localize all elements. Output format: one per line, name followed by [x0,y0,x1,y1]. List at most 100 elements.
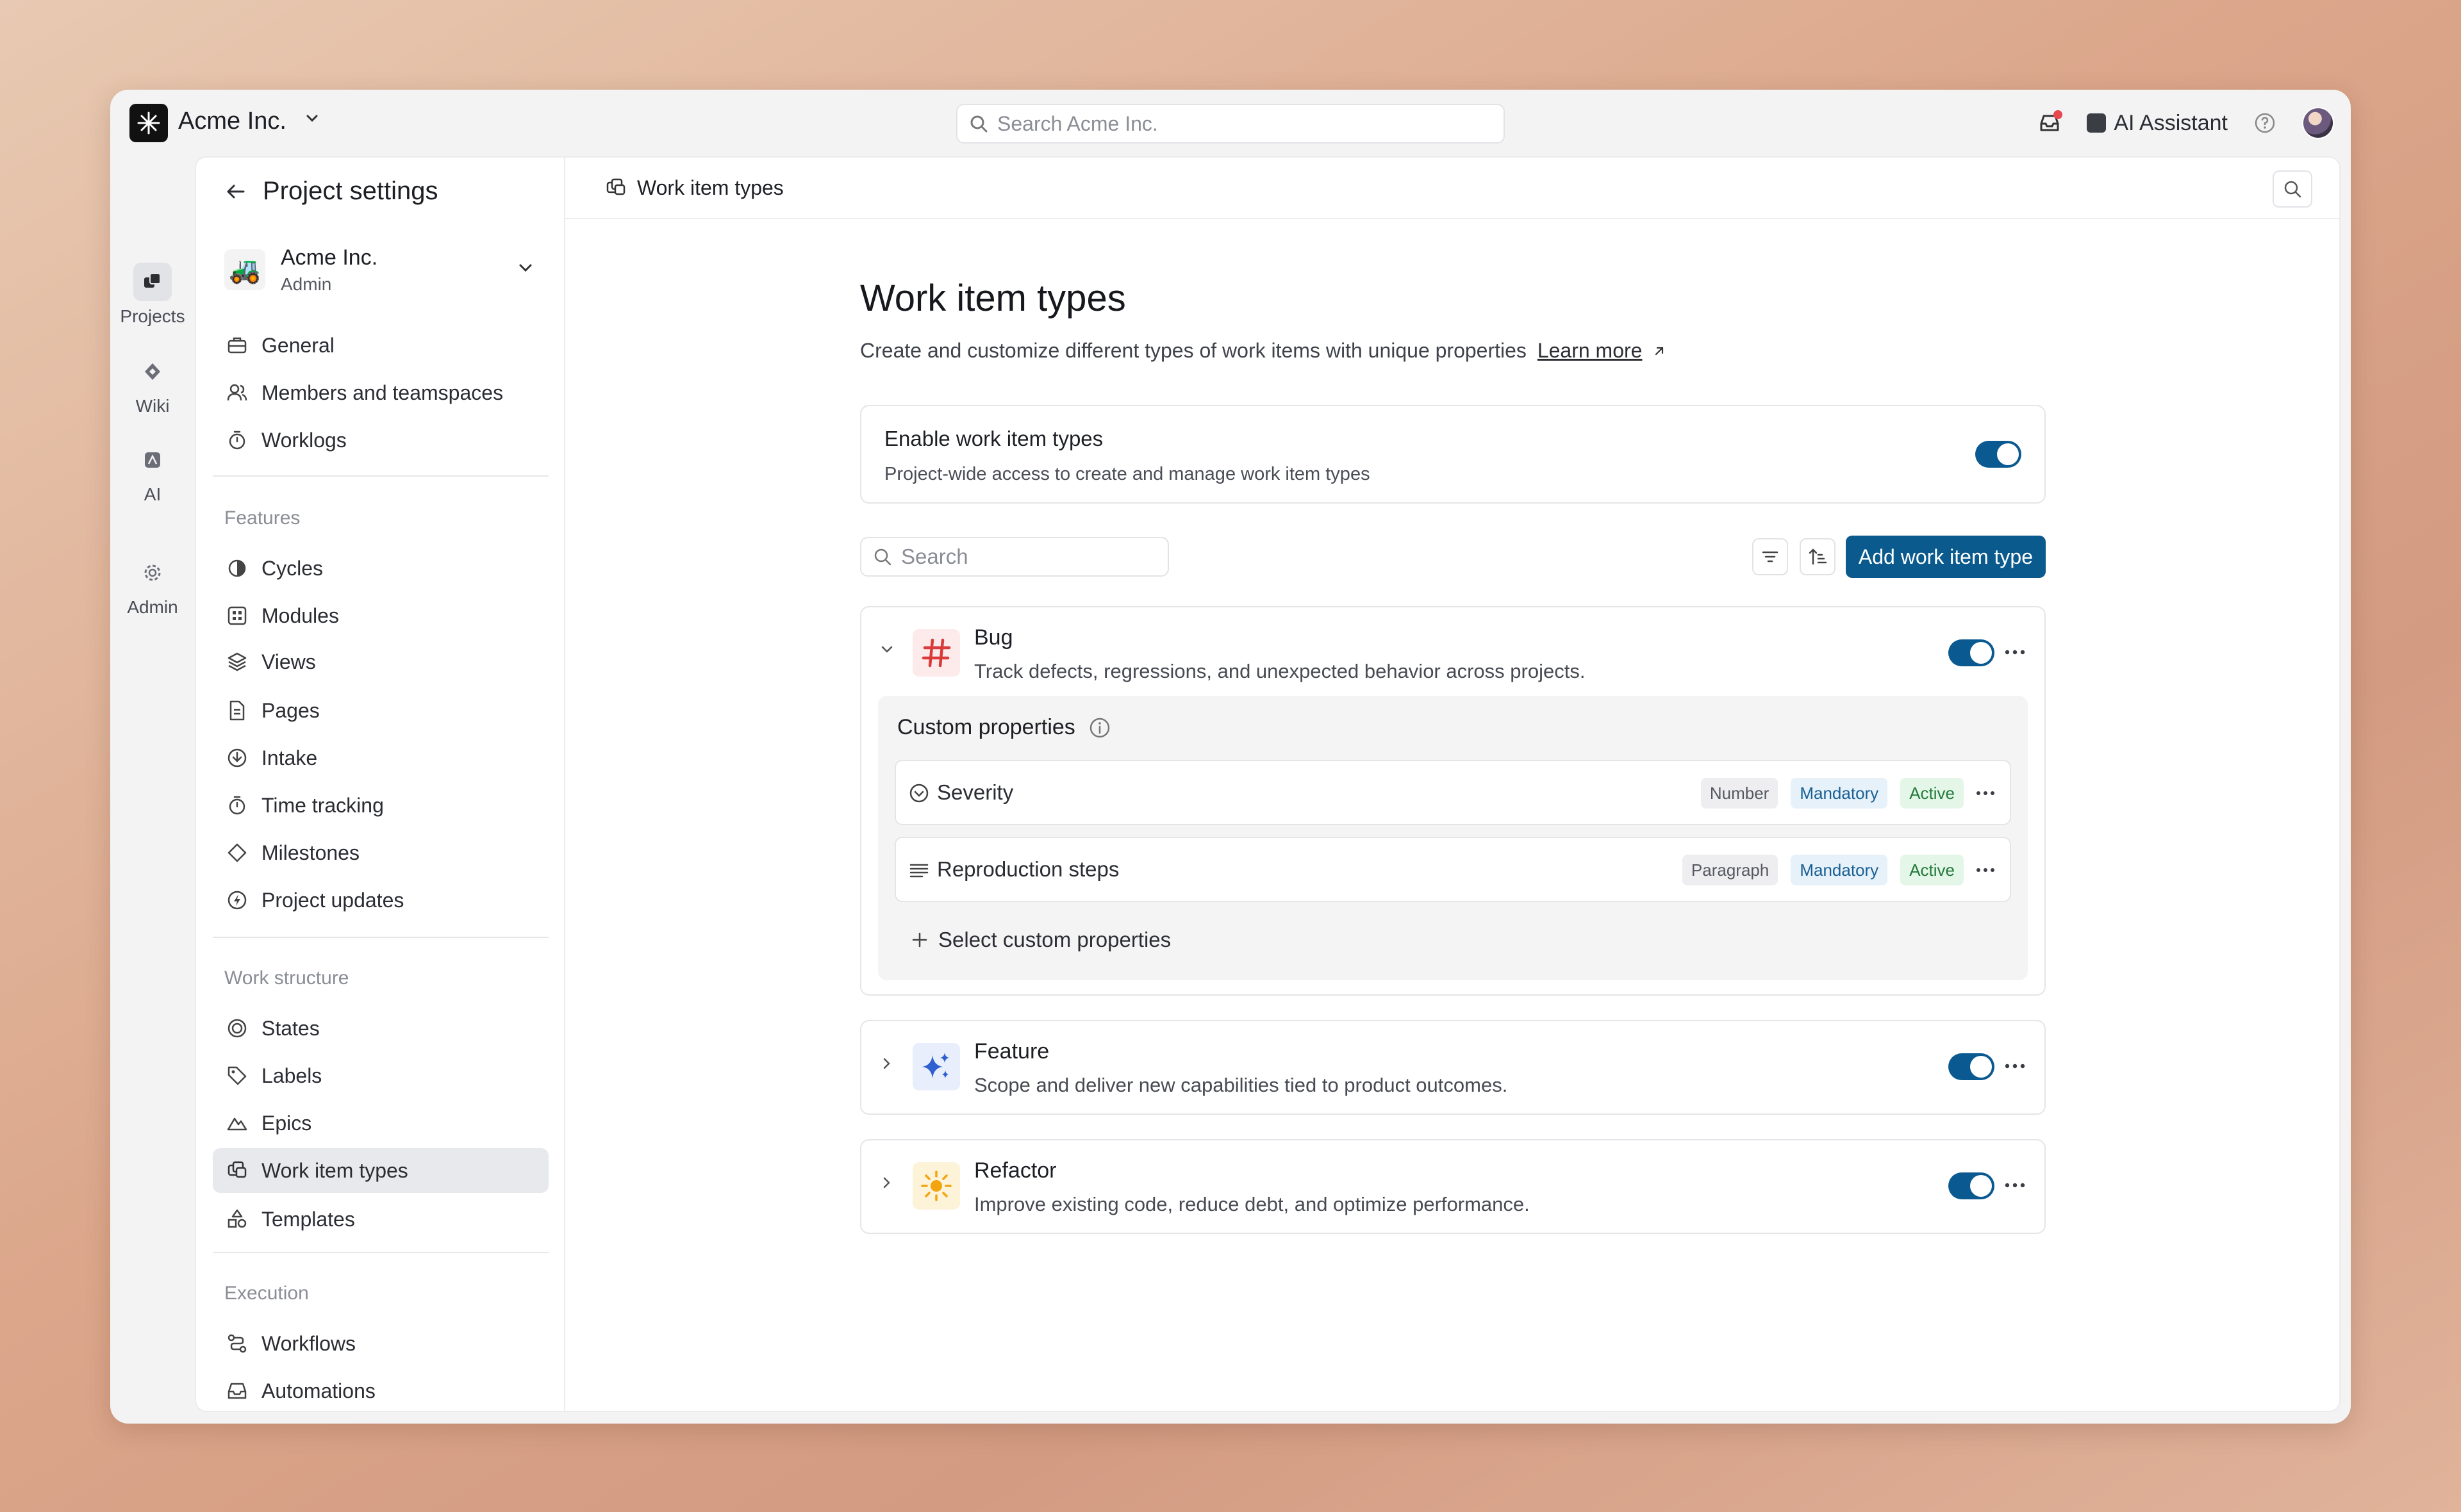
sidebar-item-workflows[interactable]: Workflows [213,1321,549,1366]
chevron-down-icon[interactable] [874,637,900,662]
select-custom-properties-button[interactable]: Select custom properties [910,928,1171,952]
global-search-input[interactable]: Search Acme Inc. [956,104,1505,144]
sidebar-item-automations[interactable]: Automations [213,1368,549,1411]
sidebar-item-time-tracking[interactable]: Time tracking [213,783,549,828]
add-work-item-type-button[interactable]: Add work item type [1845,536,2046,578]
work-item-type-card-feature: Feature Scope and deliver new capabiliti… [860,1020,2046,1115]
property-type-badge: Number [1700,778,1778,809]
more-options-icon[interactable] [1971,856,2000,884]
more-options-icon[interactable] [2001,1052,2029,1080]
info-icon[interactable] [1088,716,1111,739]
work-item-types-icon [224,1158,250,1183]
mandatory-badge: Mandatory [1791,778,1888,809]
inbox-icon[interactable] [2035,109,2064,137]
more-options-icon[interactable] [1971,779,2000,807]
sidebar-item-label: Members and teamspaces [261,381,504,404]
custom-property-name: Severity [937,780,1014,804]
work-item-type-description: Track defects, regressions, and unexpect… [974,660,1586,682]
workspace-logo-icon[interactable] [129,104,168,142]
rail-label: AI [144,484,162,504]
rail-item-projects[interactable]: Projects [117,263,188,327]
sidebar-item-general[interactable]: General [213,323,549,368]
page-icon [224,698,250,723]
content-search-button[interactable] [2273,170,2312,208]
filter-button[interactable] [1752,538,1788,575]
custom-property-name: Reproduction steps [937,857,1120,881]
work-item-type-row[interactable]: Feature Scope and deliver new capabiliti… [861,1021,2044,1111]
sidebar-item-label: Intake [261,746,318,769]
sidebar-item-states[interactable]: States [213,1006,549,1051]
sidebar-item-pages[interactable]: Pages [213,688,549,733]
sidebar-item-milestones[interactable]: Milestones [213,830,549,875]
sidebar-item-views[interactable]: Views [213,639,549,684]
sidebar-item-label: Automations [261,1379,376,1402]
work-item-type-toggle[interactable] [1948,1172,1994,1199]
help-icon[interactable] [2251,109,2279,137]
paragraph-icon [907,859,931,882]
enable-work-item-types-card: Enable work item types Project-wide acce… [860,405,2046,504]
project-switcher[interactable]: 🚜 Acme Inc. Admin [224,241,538,299]
sidebar-item-label: Work item types [261,1158,408,1182]
sidebar-item-modules[interactable]: Modules [213,593,549,638]
enable-work-item-types-toggle[interactable] [1975,441,2021,468]
work-item-type-name: Feature [974,1039,1050,1064]
chevron-down-icon[interactable] [513,255,538,281]
work-item-type-row[interactable]: Refactor Improve existing code, reduce d… [861,1140,2044,1230]
hash-icon [913,629,960,677]
ai-assistant-label: AI Assistant [2114,110,2228,135]
main-panel: Project settings 🚜 Acme Inc. Admin Gener… [195,156,2341,1412]
states-icon [224,1015,250,1041]
sidebar-item-label: Workflows [261,1331,356,1355]
workflow-icon [224,1331,250,1356]
enable-title: Enable work item types [884,427,1104,450]
gear-icon [133,554,172,592]
types-search-input[interactable] [901,545,1145,569]
sidebar-item-worklogs[interactable]: Worklogs [213,418,549,463]
project-name: Acme Inc. [281,245,378,270]
chevron-right-icon[interactable] [874,1051,900,1076]
workspace-name[interactable]: Acme Inc. [178,108,286,135]
sidebar-item-label: Cycles [261,556,324,580]
sidebar-item-labels[interactable]: Labels [213,1053,549,1098]
custom-property-row[interactable]: Severity Number Mandatory Active [895,760,2011,825]
work-item-types-main: Work item types Create and customize dif… [860,277,2046,1234]
custom-property-row[interactable]: Reproduction steps Paragraph Mandatory A… [895,837,2011,902]
sun-icon [913,1162,960,1210]
sidebar-item-cycles[interactable]: Cycles [213,546,549,591]
search-icon [970,115,988,133]
sidebar-item-work-item-types[interactable]: Work item types [213,1148,549,1193]
learn-more-link[interactable]: Learn more [1537,339,1643,362]
settings-header: Project settings [224,177,438,206]
page-subtitle-text: Create and customize different types of … [860,339,1527,362]
user-avatar[interactable] [2302,107,2334,139]
inbox-tray-icon [224,1378,250,1404]
work-item-type-row[interactable]: Bug Track defects, regressions, and unex… [861,607,2044,697]
sort-button[interactable] [1800,538,1835,575]
mandatory-badge: Mandatory [1791,855,1888,885]
sidebar-divider [213,475,549,477]
back-arrow-icon[interactable] [224,180,247,203]
sidebar-item-members[interactable]: Members and teamspaces [213,370,549,415]
sidebar-item-project-updates[interactable]: Project updates [213,878,549,923]
sidebar-item-templates[interactable]: Templates [213,1197,549,1242]
ai-assistant-button[interactable]: AI Assistant [2087,111,2228,136]
sidebar-item-label: Epics [261,1111,312,1135]
work-item-type-toggle[interactable] [1948,1053,1994,1080]
sidebar-item-intake[interactable]: Intake [213,735,549,780]
rail-item-admin[interactable]: Admin [117,554,188,618]
chevron-right-icon[interactable] [874,1170,900,1196]
rail-item-ai[interactable]: AI [117,441,188,505]
enable-description: Project-wide access to create and manage… [884,464,1370,484]
rail-item-wiki[interactable]: Wiki [117,352,188,416]
chevron-down-icon[interactable] [302,109,322,133]
work-item-type-toggle[interactable] [1948,639,1994,666]
shapes-icon [224,1206,250,1232]
page-title: Work item types [860,277,1126,319]
types-search-field[interactable] [860,537,1169,577]
rail-label: Projects [120,306,185,326]
sidebar-item-label: Project updates [261,888,404,912]
sidebar-item-epics[interactable]: Epics [213,1101,549,1146]
more-options-icon[interactable] [2001,1171,2029,1199]
sidebar-item-label: Worklogs [261,428,347,452]
more-options-icon[interactable] [2001,638,2029,666]
